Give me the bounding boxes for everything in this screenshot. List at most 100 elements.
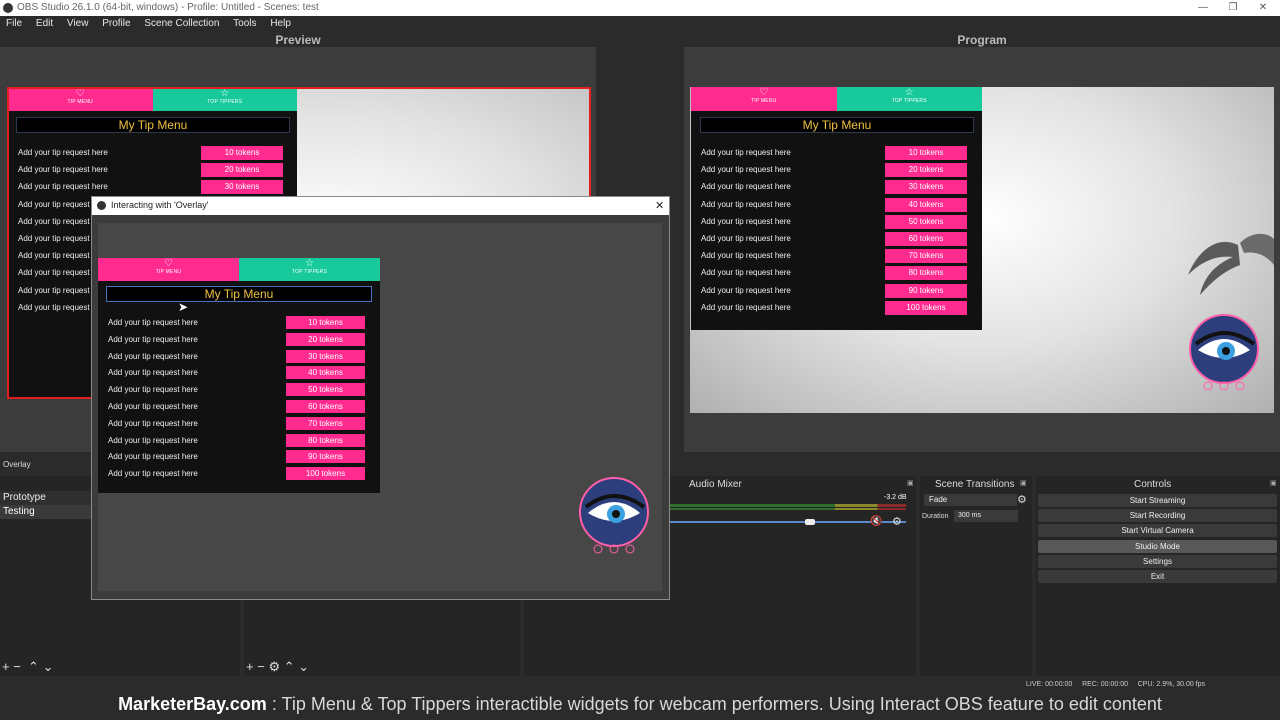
tip-request-label[interactable]: Add your tip request here (108, 469, 198, 478)
add-icon[interactable]: + (2, 659, 10, 674)
tip-tokens-badge: 60 tokens (885, 232, 967, 246)
rec-status: REC: 00:00:00 (1082, 681, 1128, 688)
minimize-icon[interactable]: — (1188, 0, 1218, 16)
gear-icon[interactable]: ⚙ (268, 659, 280, 674)
maximize-icon[interactable]: ❐ (1218, 0, 1248, 16)
undock-icon[interactable]: ▣ (1020, 479, 1027, 487)
controls-title: Controls (1134, 479, 1172, 490)
eye-logo-icon (1188, 314, 1260, 392)
tip-request-label: Add your tip request here (701, 165, 791, 175)
settings-button[interactable]: Settings (1038, 555, 1277, 568)
tip-tokens-badge: 10 tokens (885, 146, 967, 160)
tip-tokens-badge[interactable]: 30 tokens (286, 349, 365, 363)
tip-tokens-badge[interactable]: 40 tokens (286, 366, 365, 380)
tip-tokens-badge[interactable]: 10 tokens (286, 316, 365, 329)
tip-request-label: Add your tip request here (701, 182, 791, 192)
dialog-title: Interacting with 'Overlay' (111, 200, 209, 210)
tip-request-label: Add your tip request here (701, 285, 791, 295)
caption-brand: MarketerBay.com (118, 694, 267, 714)
tip-tokens-badge[interactable]: 60 tokens (286, 400, 365, 413)
menu-help[interactable]: Help (270, 18, 291, 29)
tip-request-label: Add your tip request here (701, 148, 791, 157)
palm-tree-image (1178, 225, 1274, 315)
menu-scene-collection[interactable]: Scene Collection (144, 18, 219, 29)
close-icon[interactable]: ✕ (1248, 0, 1278, 16)
add-icon[interactable]: + (246, 659, 254, 674)
up-icon[interactable]: ⌃ (28, 659, 39, 674)
tip-row: Add your tip request here 90 tokens (691, 283, 982, 301)
widget-title-input[interactable]: My Tip Menu (106, 286, 372, 302)
audio-meter (670, 508, 906, 510)
heart-icon: ♡ (164, 258, 173, 269)
tip-tokens-badge[interactable]: 100 tokens (286, 467, 365, 481)
menu-bar: File Edit View Profile Scene Collection … (0, 16, 1280, 32)
remove-icon[interactable]: − (13, 659, 21, 674)
tip-request-label[interactable]: Add your tip request here (108, 402, 198, 411)
tip-request-label[interactable]: Add your tip request here (108, 385, 198, 394)
volume-handle[interactable] (805, 519, 815, 525)
tip-request-label: Add your tip request here (701, 199, 791, 209)
tip-request-label[interactable]: Add your tip request here (108, 335, 198, 344)
down-icon[interactable]: ⌄ (43, 659, 54, 674)
tab-tip-label: TIP MENU (751, 98, 777, 104)
tip-row: Add your tip request here 60 tokens (691, 232, 982, 249)
menu-edit[interactable]: Edit (36, 18, 53, 29)
mute-icon[interactable]: 🔇 (870, 516, 882, 527)
transition-select[interactable]: Fade (924, 494, 1017, 506)
tip-request-label[interactable]: Add your tip request here (108, 318, 198, 327)
tip-request-label: Add your tip request here (701, 251, 791, 261)
remove-icon[interactable]: − (257, 659, 265, 674)
duration-label: Duration (922, 513, 949, 520)
source-bar: Overlay (0, 456, 92, 476)
down-icon[interactable]: ⌄ (298, 659, 309, 674)
gear-icon[interactable]: ⚙ (892, 515, 902, 528)
undock-icon[interactable]: ▣ (1270, 479, 1277, 487)
start-streaming-button[interactable]: Start Streaming (1038, 494, 1277, 507)
tip-tokens-badge: 50 tokens (885, 214, 967, 229)
up-icon[interactable]: ⌃ (284, 659, 295, 674)
audio-meter (670, 504, 906, 507)
tip-tokens-badge[interactable]: 80 tokens (286, 433, 365, 447)
menu-file[interactable]: File (6, 18, 22, 29)
tip-row: Add your tip request here 80 tokens (691, 266, 982, 283)
tip-row: Add your tip request here 100 tokens (691, 300, 982, 318)
tip-tokens-badge: 80 tokens (885, 266, 967, 281)
tab-top-label: TOP TIPPERS (292, 269, 327, 275)
tip-tokens-badge[interactable]: 20 tokens (286, 332, 365, 346)
tip-request-label[interactable]: Add your tip request here (108, 352, 198, 361)
tip-tokens-badge[interactable]: 50 tokens (286, 383, 365, 397)
dialog-titlebar: Interacting with 'Overlay' ✕ (92, 197, 669, 215)
tip-request-label[interactable]: Add your tip request here (108, 368, 198, 377)
tab-top-tippers[interactable]: ☆ TOP TIPPERS (239, 258, 380, 281)
undock-icon[interactable]: ▣ (907, 479, 914, 487)
tip-request-label: Add your tip request here (701, 234, 791, 243)
studio-mode-button[interactable]: Studio Mode (1038, 540, 1277, 553)
tip-tokens-badge[interactable]: 70 tokens (286, 416, 365, 430)
menu-view[interactable]: View (67, 18, 89, 29)
scene-item[interactable]: Testing (0, 505, 95, 519)
cpu-status: CPU: 2.9%, 30.00 fps (1137, 681, 1206, 688)
transitions-dock: Scene Transitions ▣ Fade ⚙ Duration 300 … (920, 476, 1032, 676)
obs-logo-icon (97, 201, 106, 210)
tip-row: Add your tip request here 60 tokens (98, 400, 380, 417)
program-tip-widget: ♡ TIP MENU ☆ TOP TIPPERS My Tip Menu Add y… (691, 87, 982, 330)
tip-tokens-badge[interactable]: 90 tokens (286, 450, 365, 464)
tip-request-label[interactable]: Add your tip request here (108, 436, 198, 445)
heart-icon: ♡ (759, 87, 769, 98)
tip-row: Add your tip request here 30 tokens (98, 349, 380, 367)
tip-request-label[interactable]: Add your tip request here (108, 419, 198, 428)
exit-button[interactable]: Exit (1038, 570, 1277, 583)
start-virtual-camera-button[interactable]: Start Virtual Camera (1038, 524, 1277, 537)
start-recording-button[interactable]: Start Recording (1038, 509, 1277, 522)
close-icon[interactable]: ✕ (655, 199, 664, 212)
tip-tokens-badge: 40 tokens (885, 197, 967, 212)
gear-icon[interactable]: ⚙ (1017, 493, 1027, 506)
tip-row: Add your tip request here 90 tokens (98, 450, 380, 467)
menu-tools[interactable]: Tools (233, 18, 256, 29)
duration-input[interactable]: 300 ms (954, 510, 1018, 522)
tip-request-label[interactable]: Add your tip request here (108, 452, 198, 461)
tab-tip-menu[interactable]: ♡ TIP MENU (98, 258, 239, 281)
scene-item[interactable]: Prototype (0, 491, 95, 505)
menu-profile[interactable]: Profile (102, 18, 130, 29)
tip-row: Add your tip request here 20 tokens (691, 163, 982, 180)
